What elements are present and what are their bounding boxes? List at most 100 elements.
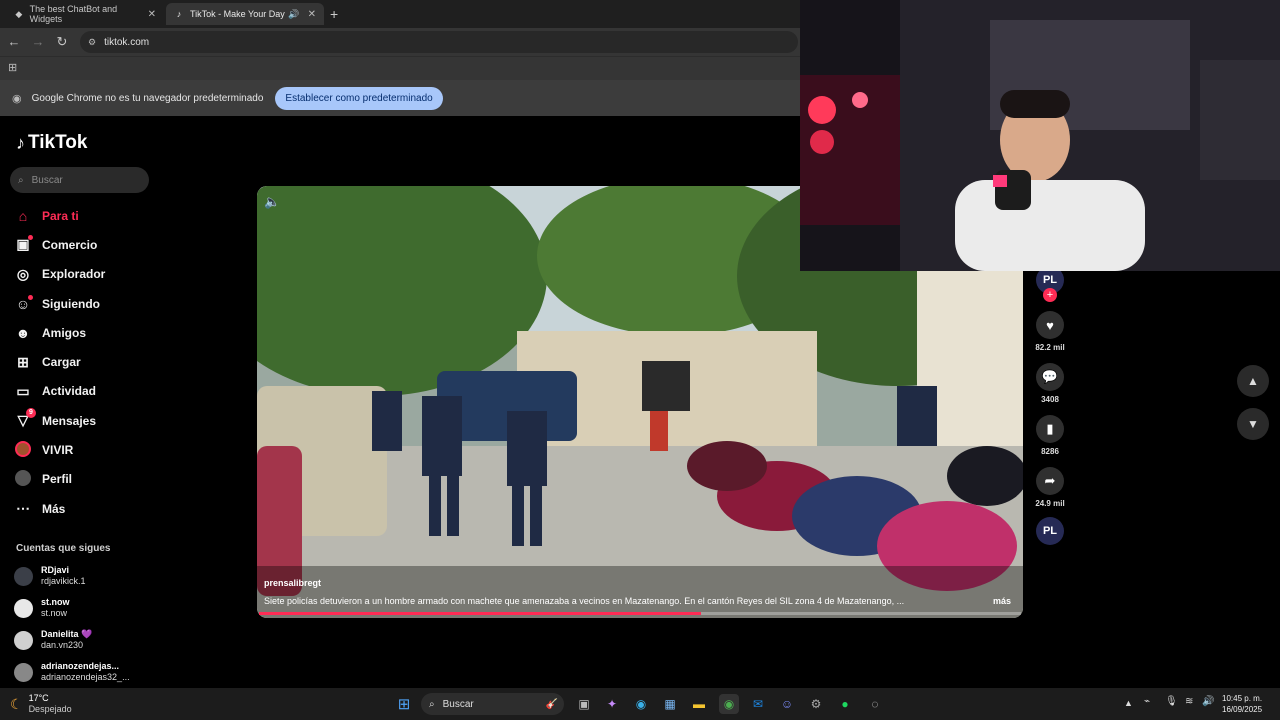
volume-tray-icon[interactable]: 🔊 — [1202, 696, 1214, 707]
sidebar-item-perfil[interactable]: Perfil — [14, 465, 194, 494]
home-icon: ⌂ — [18, 207, 28, 224]
tiktok-logo[interactable]: ♪ TikTok — [16, 132, 87, 154]
video-author[interactable]: prensalibregt — [264, 578, 321, 588]
search-icon: ⌕ — [18, 174, 24, 186]
close-icon[interactable]: ✕ — [308, 9, 316, 20]
profile-icon — [14, 469, 32, 489]
sidebar-nav: ⌂ Para ti ▣ Comercio ◎ Explorador ☺ Siguiend… — [14, 201, 194, 523]
url-text: tiktok.com — [104, 36, 150, 48]
live-icon — [14, 440, 32, 460]
following-account[interactable]: RDjavi rdjavikick.1 — [14, 561, 86, 591]
sidebar-item-amigos[interactable]: ☻ Amigos — [14, 318, 194, 347]
windows-start-icon[interactable]: ⊞ — [394, 694, 414, 714]
activity-icon: ▭ — [16, 382, 30, 399]
back-button[interactable]: ← — [6, 34, 22, 50]
tab-tiktok[interactable]: ♪ TikTok - Make Your Day 🔊 ✕ — [166, 3, 324, 25]
copilot-icon[interactable]: ✦ — [602, 694, 622, 714]
tab-chatbot[interactable]: ◆ The best ChatBot and Widgets ✕ — [6, 3, 164, 25]
tiktok-favicon-icon: ♪ — [176, 9, 182, 19]
previous-video-button[interactable]: ▲ — [1237, 365, 1269, 397]
edge-icon[interactable]: ◉ — [631, 694, 651, 714]
sidebar-item-mensajes[interactable]: ▽ 9 Mensajes — [14, 406, 194, 435]
sound-avatar: PL — [1036, 517, 1064, 545]
bookmarks-bar: ⊞ — [0, 56, 800, 80]
clock-time: 10:45 p. m. — [1222, 694, 1263, 703]
save-button[interactable]: ▮ 8286 — [1035, 415, 1065, 456]
sidebar-item-vivir[interactable]: VIVIR — [14, 435, 194, 464]
store-icon[interactable]: ▦ — [660, 694, 680, 714]
sidebar-item-actividad[interactable]: ▭ Actividad — [14, 377, 194, 406]
network-off-icon[interactable]: ⌁ — [1144, 696, 1150, 707]
comment-count: 3408 — [1041, 395, 1059, 404]
sidebar-item-siguiendo[interactable]: ☺ Siguiendo — [14, 289, 194, 318]
volume-icon[interactable]: 🔈 — [264, 194, 280, 210]
comment-button[interactable]: 💬 3408 — [1035, 363, 1065, 404]
weather-temp: 17°C — [28, 693, 49, 703]
tray-chevron-up-icon[interactable]: ▲ — [1124, 698, 1133, 708]
friends-icon: ☻ — [15, 324, 31, 341]
share-button[interactable]: ➦ 24.9 mil — [1035, 467, 1065, 508]
wifi-icon[interactable]: ≋ — [1185, 696, 1193, 707]
messages-icon: ▽ 9 — [14, 408, 36, 429]
windows-taskbar: ☾ 17°C Despejado ⊞ ⌕ Buscar 🎸 ▣ ✦ ◉ ▦ ▬ … — [0, 688, 1280, 720]
more-icon: ⋯ — [16, 500, 30, 517]
chevron-up-icon: ▲ — [1247, 374, 1259, 388]
forward-button[interactable]: → — [30, 34, 46, 50]
reload-button[interactable]: ↻ — [54, 34, 70, 50]
compass-icon: ◎ — [16, 265, 30, 282]
new-tab-button[interactable]: + — [330, 6, 338, 22]
tiktok-logo-icon: ♪ — [16, 132, 25, 153]
close-icon[interactable]: ✕ — [148, 9, 156, 20]
share-count: 24.9 mil — [1035, 499, 1065, 508]
chrome-taskbar-icon[interactable]: ◉ — [719, 694, 739, 714]
weather-condition: Despejado — [28, 704, 72, 714]
following-account[interactable]: adrianozendejas... adrianozendejas32_... — [14, 657, 130, 687]
shop-icon: ▣ — [14, 235, 33, 253]
follow-plus-icon[interactable]: + — [1043, 288, 1057, 302]
more-caption-button[interactable]: más — [993, 596, 1011, 606]
search-highlight-icon: 🎸 — [545, 698, 558, 710]
site-info-icon[interactable]: ⚙ — [88, 37, 96, 48]
chevron-down-icon: ▼ — [1247, 417, 1259, 431]
file-explorer-icon[interactable]: ▬ — [689, 694, 709, 714]
following-account[interactable]: Danielita 💜 dan.vn230 — [14, 625, 92, 655]
search-icon: ⌕ — [429, 698, 435, 710]
following-account[interactable]: st.now st.now — [14, 593, 70, 623]
webcam-frame — [800, 0, 1280, 271]
sidebar-item-explorador[interactable]: ◎ Explorador — [14, 260, 194, 289]
sound-avatar-button[interactable]: PL — [1035, 517, 1065, 545]
apps-grid-icon[interactable]: ⊞ — [8, 61, 17, 74]
sidebar-item-comercio[interactable]: ▣ Comercio — [14, 230, 194, 259]
search-input[interactable]: ⌕ Buscar — [10, 167, 149, 193]
microphone-icon[interactable]: 🎙 — [1165, 696, 1178, 707]
author-avatar-button[interactable]: PL + — [1035, 266, 1065, 302]
heart-icon: ♥ — [1036, 311, 1064, 339]
sidebar-item-para-ti[interactable]: ⌂ Para ti — [14, 201, 194, 230]
task-view-icon[interactable]: ▣ — [574, 694, 594, 714]
set-default-button[interactable]: Establecer como predeterminado — [275, 86, 443, 110]
app-icon[interactable]: ◌ — [865, 694, 885, 714]
share-icon: ➦ — [1036, 467, 1064, 495]
default-browser-infobar: ◉ Google Chrome no es tu navegador prede… — [0, 80, 800, 116]
sidebar-item-cargar[interactable]: ⊞ Cargar — [14, 347, 194, 376]
like-count: 82.2 mil — [1035, 343, 1065, 352]
outlook-icon[interactable]: ✉ — [748, 694, 768, 714]
following-title: Cuentas que sigues — [16, 543, 111, 554]
spotify-icon[interactable]: ● — [835, 694, 855, 714]
system-clock[interactable]: 10:45 p. m. 16/09/2025 — [1222, 693, 1262, 715]
address-bar[interactable]: ⚙ tiktok.com — [80, 31, 798, 53]
video-progress-bar[interactable] — [259, 612, 1021, 615]
discord-icon[interactable]: ☺ — [777, 694, 797, 714]
settings-gear-icon[interactable]: ⚙ — [806, 694, 826, 714]
weather-widget[interactable]: ☾ 17°C Despejado — [10, 693, 72, 715]
infobar-message: Google Chrome no es tu navegador predete… — [31, 92, 264, 104]
sidebar-item-mas[interactable]: ⋯ Más — [14, 494, 194, 523]
speaker-icon[interactable]: 🔊 — [288, 9, 299, 20]
like-button[interactable]: ♥ 82.2 mil — [1035, 311, 1065, 352]
avatar — [14, 662, 33, 682]
avatar — [14, 598, 33, 618]
clock-date: 16/09/2025 — [1222, 705, 1263, 714]
avatar — [14, 630, 33, 650]
next-video-button[interactable]: ▼ — [1237, 408, 1269, 440]
taskbar-search[interactable]: ⌕ Buscar 🎸 — [421, 693, 564, 715]
